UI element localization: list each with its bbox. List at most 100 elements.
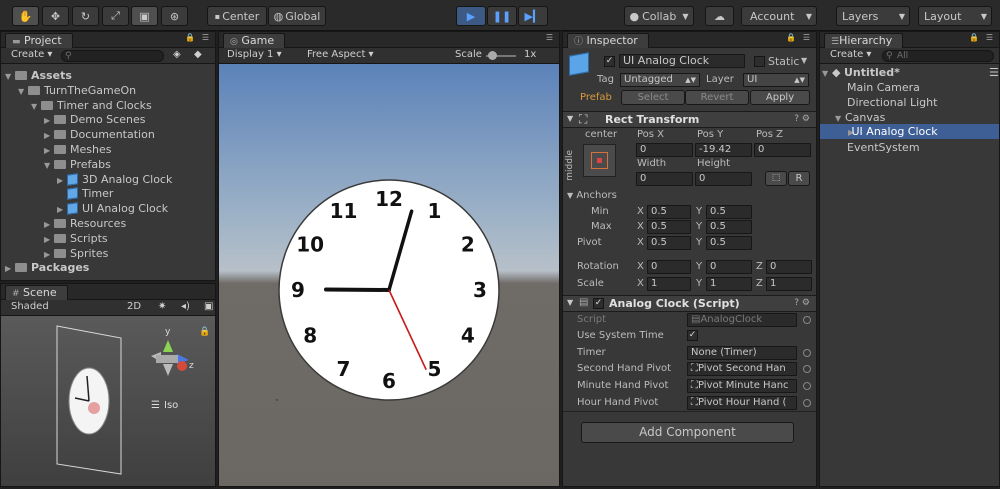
object-picker-icon[interactable]	[803, 365, 811, 373]
project-item[interactable]: ▼ Timer and Clocks	[31, 98, 152, 113]
anchor-preset-button[interactable]	[583, 144, 616, 177]
filter-label-icon[interactable]: ◆	[194, 49, 202, 60]
hierarchy-item[interactable]: EventSystem	[847, 140, 920, 155]
anchor-min-x-field[interactable]: 0.5	[647, 205, 691, 219]
layer-dropdown[interactable]: UI ▲▼	[743, 73, 809, 87]
tag-dropdown[interactable]: Untagged ▲▼	[620, 73, 700, 87]
use-system-time-checkbox[interactable]: ✓	[687, 330, 698, 341]
rotation-z-field[interactable]: 0	[766, 260, 812, 274]
project-item[interactable]: ▶ Packages	[5, 260, 89, 275]
prefab-revert-button[interactable]: Revert	[685, 90, 749, 105]
tab-game[interactable]: ◎ Game	[223, 33, 286, 48]
static-dropdown-icon[interactable]: ▼	[801, 56, 807, 65]
collapsed-arrow-icon[interactable]: ▶	[57, 202, 67, 217]
hierarchy-item[interactable]: ▼ Canvas	[835, 110, 885, 125]
expanded-arrow-icon[interactable]: ▼	[18, 84, 28, 99]
posz-field[interactable]: 0	[754, 143, 811, 157]
layers-dropdown[interactable]: Layers ▼	[836, 6, 910, 26]
active-checkbox[interactable]: ✓	[604, 56, 615, 67]
second-hand-pivot-field[interactable]: ⛶Pivot Second Han	[687, 362, 797, 376]
audio-toggle-icon[interactable]: ◂)	[181, 301, 190, 312]
collapse-arrow-icon[interactable]: ▼	[567, 298, 573, 307]
collapsed-arrow-icon[interactable]: ▶	[44, 143, 54, 158]
rect-tool-button[interactable]: ▣	[131, 6, 158, 26]
anchor-max-x-field[interactable]: 0.5	[647, 220, 691, 234]
project-item[interactable]: Timer	[57, 186, 113, 201]
collapsed-arrow-icon[interactable]: ▶	[57, 173, 67, 188]
prefab-select-button[interactable]: Select	[621, 90, 685, 105]
object-picker-icon[interactable]	[803, 316, 811, 324]
lighting-toggle-icon[interactable]: ✷	[158, 301, 166, 312]
anchor-min-y-field[interactable]: 0.5	[706, 205, 752, 219]
component-menu-icon[interactable]: ? ⚙	[794, 298, 810, 308]
minute-hand-pivot-field[interactable]: ⛶Pivot Minute Hanc	[687, 379, 797, 393]
collapsed-arrow-icon[interactable]: ▶	[44, 113, 54, 128]
anchors-foldout[interactable]: ▼ Anchors	[567, 190, 617, 201]
collapsed-arrow-icon[interactable]: ▶	[44, 217, 54, 232]
scale-z-field[interactable]: 1	[766, 277, 812, 291]
static-checkbox[interactable]	[754, 56, 765, 67]
prefab-apply-button[interactable]: Apply	[750, 90, 810, 105]
object-name-field[interactable]: UI Analog Clock	[619, 54, 745, 68]
scene-viewport[interactable]: y z 🔒 ☰ Iso	[1, 316, 215, 486]
add-component-button[interactable]: Add Component	[581, 422, 794, 443]
create-dropdown[interactable]: Create ▾	[11, 49, 52, 60]
raw-edit-button[interactable]: R	[788, 171, 810, 186]
display-dropdown[interactable]: Display 1 ▾	[227, 49, 282, 60]
scale-x-field[interactable]: 1	[647, 277, 691, 291]
project-item[interactable]: ▶ 3D Analog Clock	[57, 172, 172, 187]
scene-menu-icon[interactable]: ☰	[989, 65, 999, 80]
object-picker-icon[interactable]	[803, 382, 811, 390]
cloud-button[interactable]: ☁	[705, 6, 734, 26]
hand-tool-button[interactable]: ✋	[12, 6, 39, 26]
transform-tool-button[interactable]: ⊛	[161, 6, 188, 26]
collapsed-arrow-icon[interactable]: ▶	[44, 247, 54, 262]
2d-toggle[interactable]: 2D	[127, 301, 141, 312]
project-item[interactable]: ▶ Demo Scenes	[44, 112, 145, 127]
hierarchy-item-selected[interactable]: ▶ UI Analog Clock	[820, 124, 999, 139]
timer-field[interactable]: None (Timer)	[687, 346, 797, 360]
height-field[interactable]: 0	[695, 172, 752, 186]
pause-button[interactable]: ❚❚	[487, 6, 517, 26]
panel-menu-icon[interactable]: 🔒 ☰	[786, 33, 812, 42]
analog-clock-script-header[interactable]: ▼ ▤ ✓ Analog Clock (Script) ? ⚙	[563, 295, 816, 312]
aspect-dropdown[interactable]: Free Aspect ▾	[307, 49, 374, 60]
project-search-input[interactable]: ⚲	[61, 50, 164, 62]
scale-tool-button[interactable]: ⤢	[102, 6, 129, 26]
project-item[interactable]: ▶ Scripts	[44, 231, 108, 246]
rotation-y-field[interactable]: 0	[706, 260, 752, 274]
script-enabled-checkbox[interactable]: ✓	[593, 298, 604, 309]
layout-dropdown[interactable]: Layout ▼	[918, 6, 992, 26]
project-item[interactable]: ▼ TurnTheGameOn	[18, 83, 136, 98]
collapsed-arrow-icon[interactable]: ▶	[44, 128, 54, 143]
width-field[interactable]: 0	[636, 172, 693, 186]
project-item[interactable]: ▼ Assets	[5, 68, 72, 83]
object-picker-icon[interactable]	[803, 349, 811, 357]
rotate-tool-button[interactable]: ↻	[72, 6, 99, 26]
hierarchy-item[interactable]: Main Camera	[847, 80, 920, 95]
expanded-arrow-icon[interactable]: ▼	[5, 69, 15, 84]
component-menu-icon[interactable]: ? ⚙	[794, 114, 810, 124]
project-item[interactable]: ▶ Resources	[44, 216, 126, 231]
panel-menu-icon[interactable]: 🔒 ☰	[185, 33, 211, 42]
scene-root-item[interactable]: ▼ ◆ Untitled* ☰	[822, 65, 999, 80]
step-button[interactable]: ▶▎	[518, 6, 548, 26]
collapsed-arrow-icon[interactable]: ▶	[44, 232, 54, 247]
posy-field[interactable]: -19.42	[695, 143, 752, 157]
tab-project[interactable]: ▬ Project	[5, 33, 73, 48]
rotation-x-field[interactable]: 0	[647, 260, 691, 274]
hour-hand-pivot-field[interactable]: ⛶Pivot Hour Hand (	[687, 396, 797, 410]
project-item[interactable]: ▶ Documentation	[44, 127, 155, 142]
account-dropdown[interactable]: Account ▼	[741, 6, 817, 26]
collab-button[interactable]: ● Collab ▼	[624, 6, 694, 26]
hierarchy-item[interactable]: Directional Light	[847, 95, 937, 110]
project-item[interactable]: ▶ UI Analog Clock	[57, 201, 168, 216]
expanded-arrow-icon[interactable]: ▼	[44, 158, 54, 173]
global-button[interactable]: ◍ Global	[268, 6, 326, 26]
rect-transform-header[interactable]: ▼ ⛶ Rect Transform ? ⚙	[563, 111, 816, 128]
scale-y-field[interactable]: 1	[706, 277, 752, 291]
effects-toggle-icon[interactable]: ▣	[204, 301, 213, 312]
pivot-x-field[interactable]: 0.5	[647, 236, 691, 250]
collapse-arrow-icon[interactable]: ▼	[567, 114, 573, 123]
play-button[interactable]: ▶	[456, 6, 486, 26]
